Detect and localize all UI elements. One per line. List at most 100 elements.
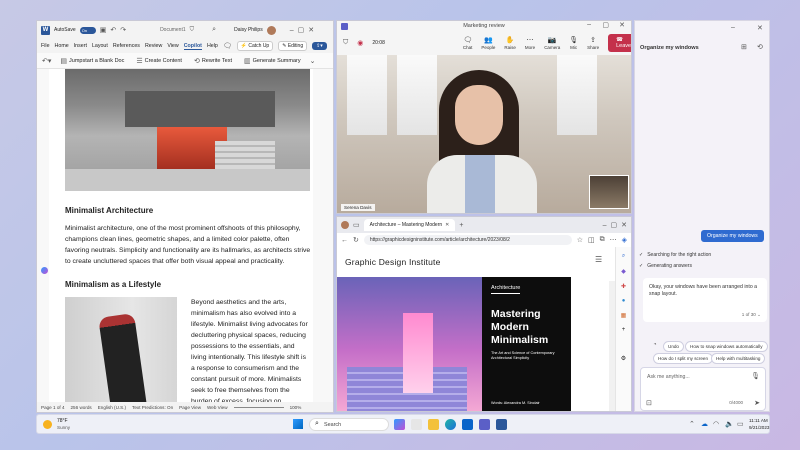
- document-page[interactable]: Minimalist Architecture Minimalist archi…: [49, 69, 313, 412]
- editing-button[interactable]: ✎ Editing: [278, 41, 308, 51]
- close-icon[interactable]: ✕: [308, 26, 314, 34]
- show-hidden-icons[interactable]: ⌃: [689, 420, 695, 428]
- chip-split-screen[interactable]: How do I split my screen: [653, 353, 714, 364]
- sidebar-shopping-icon[interactable]: ◆: [621, 268, 626, 275]
- share-screen-button[interactable]: ⇪ Share: [587, 36, 599, 50]
- chip-multitasking[interactable]: Help with multitasking: [711, 353, 766, 364]
- menu-insert[interactable]: Insert: [74, 43, 87, 49]
- new-tab-icon[interactable]: +: [459, 222, 463, 229]
- undo-ribbon-icon[interactable]: ↶▾: [42, 57, 51, 65]
- copilot-close-icon[interactable]: ✕: [757, 24, 763, 32]
- chip-undo[interactable]: Undo: [663, 341, 684, 352]
- tab-close-icon[interactable]: ✕: [445, 222, 449, 228]
- site-name[interactable]: Graphic Design Institute: [345, 257, 441, 267]
- more-ribbon-icon[interactable]: ⌄: [310, 57, 316, 65]
- menu-file[interactable]: File: [41, 43, 50, 49]
- document-name[interactable]: Document1: [160, 27, 186, 33]
- collections-icon[interactable]: ⧉: [600, 236, 605, 244]
- clock-date[interactable]: 9/21/2023: [749, 425, 769, 430]
- weather-temp[interactable]: 78°F: [57, 418, 68, 424]
- search-icon[interactable]: ⌕: [212, 26, 216, 34]
- raise-button[interactable]: ✋ Raise: [504, 36, 516, 50]
- chip-snap-auto[interactable]: How to snap windows automatically: [685, 341, 768, 352]
- browser-tab[interactable]: Architecture – Mastering Modern ✕: [363, 219, 456, 231]
- url-field[interactable]: https://graphicdesigninstitute.com/artic…: [363, 235, 572, 245]
- hamburger-menu-icon[interactable]: ☰: [595, 255, 602, 264]
- leave-button[interactable]: ☎ Leave: [608, 34, 631, 52]
- refresh-icon[interactable]: ↻: [353, 236, 359, 244]
- profile-avatar[interactable]: [341, 221, 349, 229]
- split-screen-icon[interactable]: ◫: [588, 236, 595, 244]
- copilot-margin-icon[interactable]: [41, 267, 48, 274]
- sidebar-search-icon[interactable]: ⌕: [622, 253, 625, 260]
- sidebar-tools-icon[interactable]: ✚: [621, 283, 626, 290]
- menu-review[interactable]: Review: [145, 43, 162, 49]
- chat-button[interactable]: 🗨 Chat: [463, 36, 473, 50]
- file-explorer-icon[interactable]: [428, 419, 439, 430]
- sidebar-games-icon[interactable]: ●: [622, 298, 626, 304]
- taskbar-search[interactable]: ⌕ Search: [309, 418, 389, 431]
- copilot-minimize-icon[interactable]: –: [731, 24, 735, 31]
- edge-taskbar-icon[interactable]: [445, 419, 456, 430]
- undo-icon[interactable]: ↶: [110, 26, 116, 34]
- menu-view[interactable]: View: [167, 43, 178, 49]
- comment-icon[interactable]: 🗨: [223, 42, 232, 50]
- web-view-button[interactable]: Web View: [207, 405, 228, 410]
- teams-close-icon[interactable]: ✕: [619, 21, 625, 29]
- onedrive-icon[interactable]: ☁: [701, 420, 708, 428]
- menu-layout[interactable]: Layout: [92, 43, 108, 49]
- create-content-button[interactable]: ☰ Create Content: [133, 55, 185, 67]
- save-icon[interactable]: ▣: [100, 26, 107, 34]
- more-browser-icon[interactable]: ⋯: [610, 236, 617, 244]
- mic-button[interactable]: 🎙 Mic: [569, 36, 578, 50]
- avatar[interactable]: [266, 25, 276, 35]
- menu-copilot[interactable]: Copilot: [183, 43, 202, 50]
- back-icon[interactable]: ←: [341, 237, 348, 244]
- edge-maximize-icon[interactable]: ▢: [611, 221, 618, 229]
- chevron-down-icon[interactable]: ⌄: [757, 312, 761, 317]
- new-chat-icon[interactable]: ⊞: [741, 43, 747, 51]
- people-button[interactable]: 👥 People: [481, 36, 495, 50]
- image-upload-icon[interactable]: ⊡: [646, 399, 652, 407]
- page-view-button[interactable]: Page View: [179, 405, 201, 410]
- clock-time[interactable]: 11:11 AM: [749, 418, 768, 423]
- generate-summary-button[interactable]: ▥ Generate Summary: [241, 55, 304, 67]
- more-button[interactable]: ⋯ More: [525, 36, 535, 50]
- edge-close-icon[interactable]: ✕: [621, 221, 627, 229]
- catch-up-button[interactable]: ⚡ Catch Up: [236, 41, 274, 51]
- wifi-icon[interactable]: ◠: [713, 420, 719, 428]
- redo-icon[interactable]: ↷: [120, 26, 126, 34]
- copilot-edge-icon[interactable]: ◈: [622, 236, 627, 244]
- sidebar-settings-icon[interactable]: ⚙: [621, 355, 626, 362]
- teams-taskbar-icon[interactable]: [479, 419, 490, 430]
- menu-references[interactable]: References: [113, 43, 140, 49]
- store-icon[interactable]: [411, 419, 422, 430]
- ask-input[interactable]: Ask me anything... 🎙 ⊡ 0/4000 ➤: [640, 367, 766, 411]
- tab-actions-icon[interactable]: ▭: [353, 221, 360, 229]
- microphone-icon[interactable]: 🎙: [751, 372, 760, 380]
- favorite-icon[interactable]: ☆: [577, 236, 583, 244]
- send-icon[interactable]: ➤: [754, 399, 760, 407]
- battery-icon[interactable]: ▭: [737, 420, 744, 428]
- minimize-icon[interactable]: –: [290, 27, 294, 34]
- edge-minimize-icon[interactable]: –: [603, 222, 607, 229]
- start-icon[interactable]: [293, 419, 303, 429]
- rewrite-text-button[interactable]: ⟲ Rewrite Text: [191, 55, 235, 67]
- autosave-toggle[interactable]: On: [79, 26, 96, 34]
- jumpstart-button[interactable]: ▤ Jumpstart a Blank Doc: [57, 55, 127, 67]
- sidebar-add-icon[interactable]: +: [622, 327, 626, 333]
- sidebar-office-icon[interactable]: ▦: [621, 312, 627, 319]
- weather-sun-icon[interactable]: [43, 420, 52, 429]
- maximize-icon[interactable]: ▢: [298, 26, 305, 34]
- camera-button[interactable]: 📷 Camera: [544, 36, 560, 50]
- share-button[interactable]: ⇪▾: [312, 42, 327, 50]
- teams-minimize-icon[interactable]: –: [587, 21, 591, 28]
- word-taskbar-icon[interactable]: [496, 419, 507, 430]
- copilot-taskbar-icon[interactable]: [394, 419, 405, 430]
- outlook-icon[interactable]: [462, 419, 473, 430]
- zoom-slider[interactable]: [233, 406, 284, 408]
- menu-home[interactable]: Home: [55, 43, 69, 49]
- history-icon[interactable]: ⟲: [757, 43, 763, 51]
- teams-maximize-icon[interactable]: ▢: [602, 21, 609, 29]
- menu-help[interactable]: Help: [207, 43, 218, 49]
